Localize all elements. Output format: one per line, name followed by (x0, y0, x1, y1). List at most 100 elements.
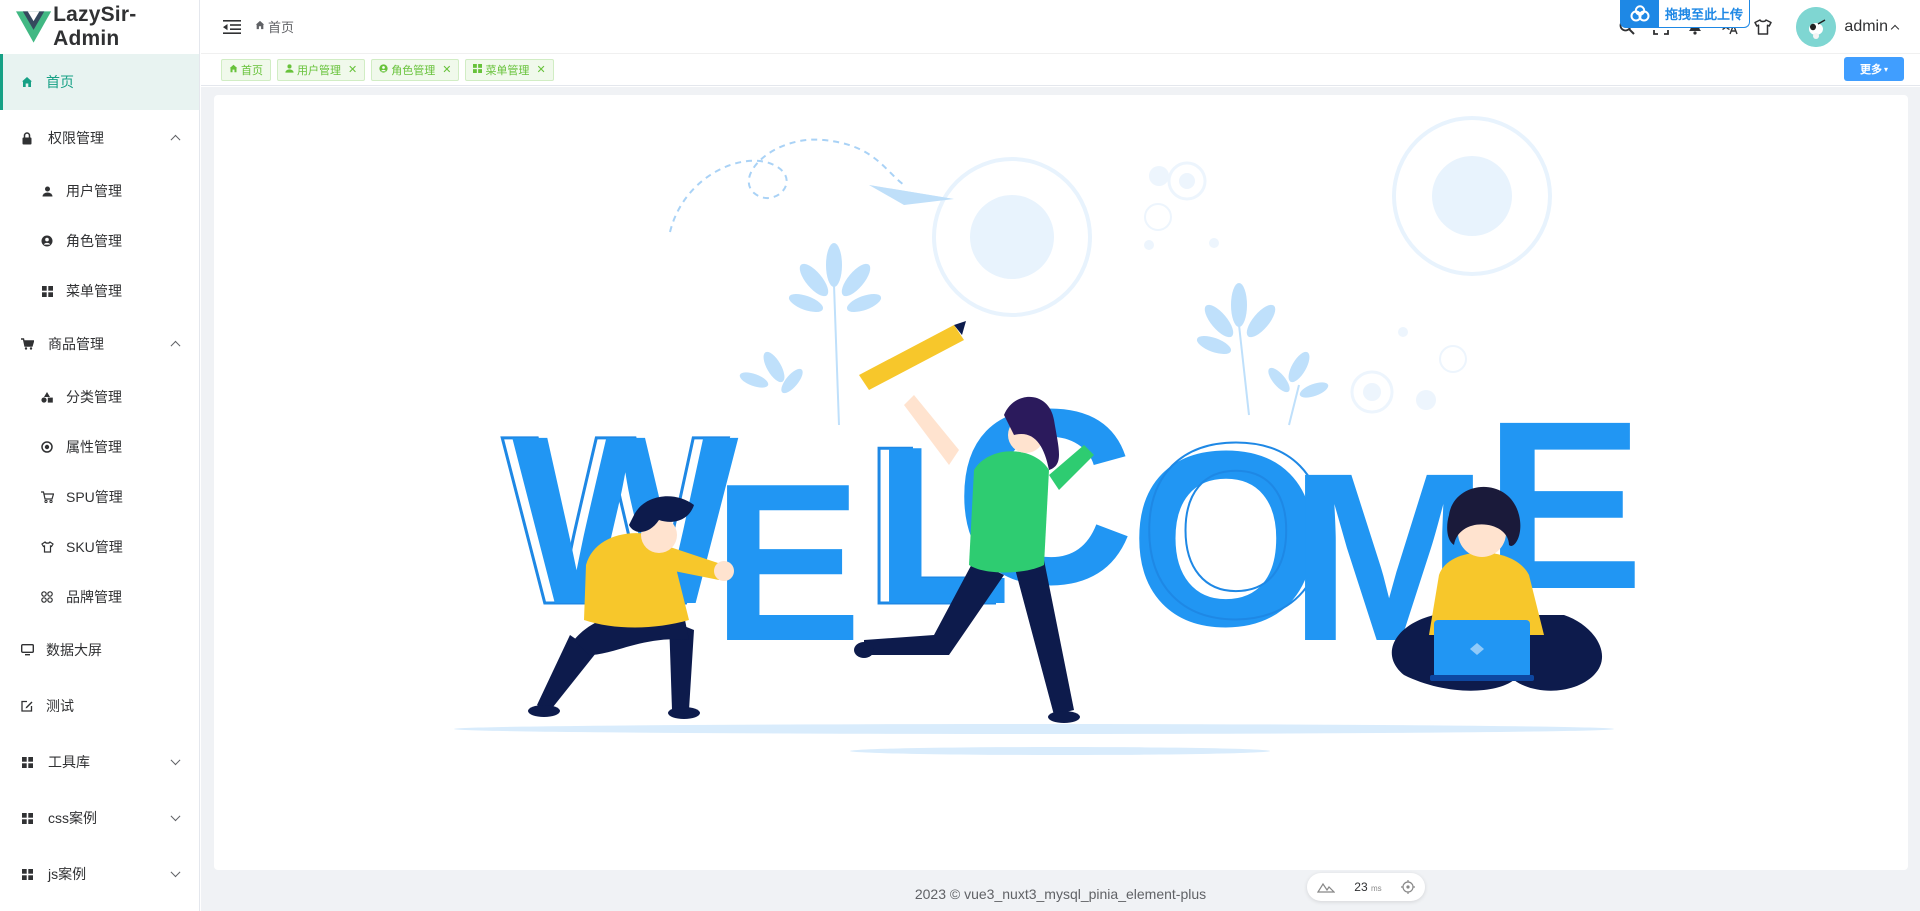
theme-skin-button[interactable] (1746, 0, 1780, 54)
sidebar-item-label: 品牌管理 (66, 589, 122, 605)
sidebar-item-home[interactable]: 首页 (0, 54, 199, 110)
mountain-icon (1316, 882, 1335, 893)
close-icon[interactable]: ✕ (536, 63, 545, 76)
welcome-illustration: W W E L L C O O M E (454, 116, 1644, 755)
home-icon (255, 20, 265, 33)
sidebar-group-products[interactable]: 商品管理 (0, 316, 199, 372)
vue-logo-icon (16, 11, 52, 43)
sidebar-item-label: 用户管理 (66, 183, 122, 199)
sidebar-item-label: 分类管理 (66, 389, 122, 405)
app-logo[interactable]: LazySir-Admin (0, 0, 199, 54)
sidebar-item-menus[interactable]: 菜单管理 (0, 266, 199, 316)
sidebar-item-label: SKU管理 (66, 539, 123, 555)
sidebar-item-roles[interactable]: 角色管理 (0, 216, 199, 266)
grid-icon (20, 811, 34, 825)
sidebar-item-attributes[interactable]: 属性管理 (0, 422, 199, 472)
sidebar-item-brands[interactable]: 品牌管理 (0, 572, 199, 622)
sidebar-item-label: 菜单管理 (66, 283, 122, 299)
role-icon (40, 234, 54, 248)
sidebar-item-label: js案例 (48, 866, 87, 882)
breadcrumb-item[interactable]: 首页 (268, 17, 294, 36)
sidebar-item-users[interactable]: 用户管理 (0, 166, 199, 216)
home-icon (229, 64, 238, 75)
brand-icon (40, 590, 54, 604)
upload-label: 拖拽至此上传 (1665, 7, 1744, 22)
perf-value: 23 ms (1354, 880, 1381, 894)
sidebar-item-label: 属性管理 (66, 439, 122, 455)
grid-icon (20, 755, 34, 769)
tag-label: 首页 (241, 64, 263, 77)
breadcrumb: 首页 (255, 17, 294, 36)
perf-ms-value: 23 (1354, 880, 1368, 894)
welcome-letter-e: E (712, 436, 862, 688)
footer: 2023 © vue3_nuxt3_mysql_pinia_element-pl… (201, 876, 1920, 911)
sidebar-group-js-cases[interactable]: js案例 (0, 846, 199, 902)
sidebar-item-sku[interactable]: SKU管理 (0, 522, 199, 572)
monitor-icon (20, 643, 34, 657)
collapse-sidebar-button[interactable] (221, 16, 243, 38)
username-label: admin (1844, 18, 1888, 35)
sidebar-group-tools[interactable]: 工具库 (0, 734, 199, 790)
menu-fold-icon (223, 19, 241, 34)
sidebar-item-label: SPU管理 (66, 489, 123, 505)
chevron-down-icon (170, 811, 181, 822)
sidebar-item-label: 数据大屏 (46, 642, 102, 658)
tag-label: 用户管理 (297, 64, 341, 77)
sidebar-menu: 首页 权限管理 用户管理 角色管理 菜单管理 商品管理 分类管理 属性管理 SP… (0, 54, 199, 902)
grid-icon (20, 867, 34, 881)
close-icon[interactable]: ✕ (442, 63, 451, 76)
tags-view: 首页 用户管理 ✕ 角色管理 ✕ 菜单管理 ✕ 更多 ▾ (201, 54, 1920, 86)
chevron-up-icon (1890, 24, 1900, 33)
tag-label: 菜单管理 (485, 64, 530, 77)
tshirt-icon (1754, 19, 1773, 35)
welcome-card: W W E L L C O O M E (214, 95, 1908, 870)
tag-menus[interactable]: 菜单管理 ✕ (465, 58, 554, 81)
tag-home[interactable]: 首页 (221, 58, 271, 81)
user-menu-trigger[interactable]: admin (1844, 18, 1900, 36)
cloud-upload-icon (1621, 0, 1659, 28)
more-tags-button[interactable]: 更多 ▾ (1844, 57, 1904, 81)
sidebar-group-permissions[interactable]: 权限管理 (0, 110, 199, 166)
attribute-icon (40, 440, 54, 454)
cart-icon (20, 337, 34, 351)
spu-icon (40, 490, 54, 504)
app-title: LazySir-Admin (53, 3, 137, 50)
user-icon (285, 64, 294, 75)
drag-upload-widget[interactable]: 拖拽至此上传 (1620, 0, 1750, 28)
sidebar-item-label: 首页 (46, 74, 74, 90)
edit-icon (20, 699, 34, 713)
sidebar-item-spu[interactable]: SPU管理 (0, 472, 199, 522)
tag-roles[interactable]: 角色管理 ✕ (371, 58, 460, 81)
perf-ms-unit: ms (1371, 884, 1382, 893)
avatar[interactable] (1796, 7, 1837, 47)
sidebar-item-data-screen[interactable]: 数据大屏 (0, 622, 199, 678)
chevron-down-icon (170, 755, 181, 766)
close-icon[interactable]: ✕ (348, 63, 357, 76)
menu-grid-icon (40, 284, 54, 298)
sidebar-item-label: css案例 (48, 810, 97, 826)
lock-icon (20, 131, 34, 145)
chevron-up-icon (170, 340, 181, 351)
sidebar-group-css-cases[interactable]: css案例 (0, 790, 199, 846)
sidebar-item-label: 测试 (46, 698, 74, 714)
role-icon (379, 64, 388, 75)
sidebar-item-test[interactable]: 测试 (0, 678, 199, 734)
chevron-down-icon (170, 867, 181, 878)
tag-users[interactable]: 用户管理 ✕ (277, 58, 366, 81)
crosshair-icon[interactable] (1401, 880, 1416, 894)
sidebar-item-label: 工具库 (48, 754, 90, 770)
sidebar-item-label: 商品管理 (48, 336, 104, 352)
home-icon (20, 75, 34, 89)
avatar-image-icon (1796, 7, 1837, 47)
sku-icon (40, 540, 54, 554)
more-label: 更多 (1859, 64, 1882, 76)
performance-monitor[interactable]: 23 ms (1307, 873, 1425, 901)
tag-label: 角色管理 (391, 64, 436, 77)
sidebar-item-label: 权限管理 (48, 130, 104, 146)
menu-grid-icon (473, 64, 483, 75)
chevron-up-icon (170, 134, 181, 145)
footer-copyright: 2023 © vue3_nuxt3_mysql_pinia_element-pl… (914, 885, 1207, 902)
category-icon (40, 390, 54, 404)
user-icon (40, 184, 54, 198)
sidebar-item-categories[interactable]: 分类管理 (0, 372, 199, 422)
